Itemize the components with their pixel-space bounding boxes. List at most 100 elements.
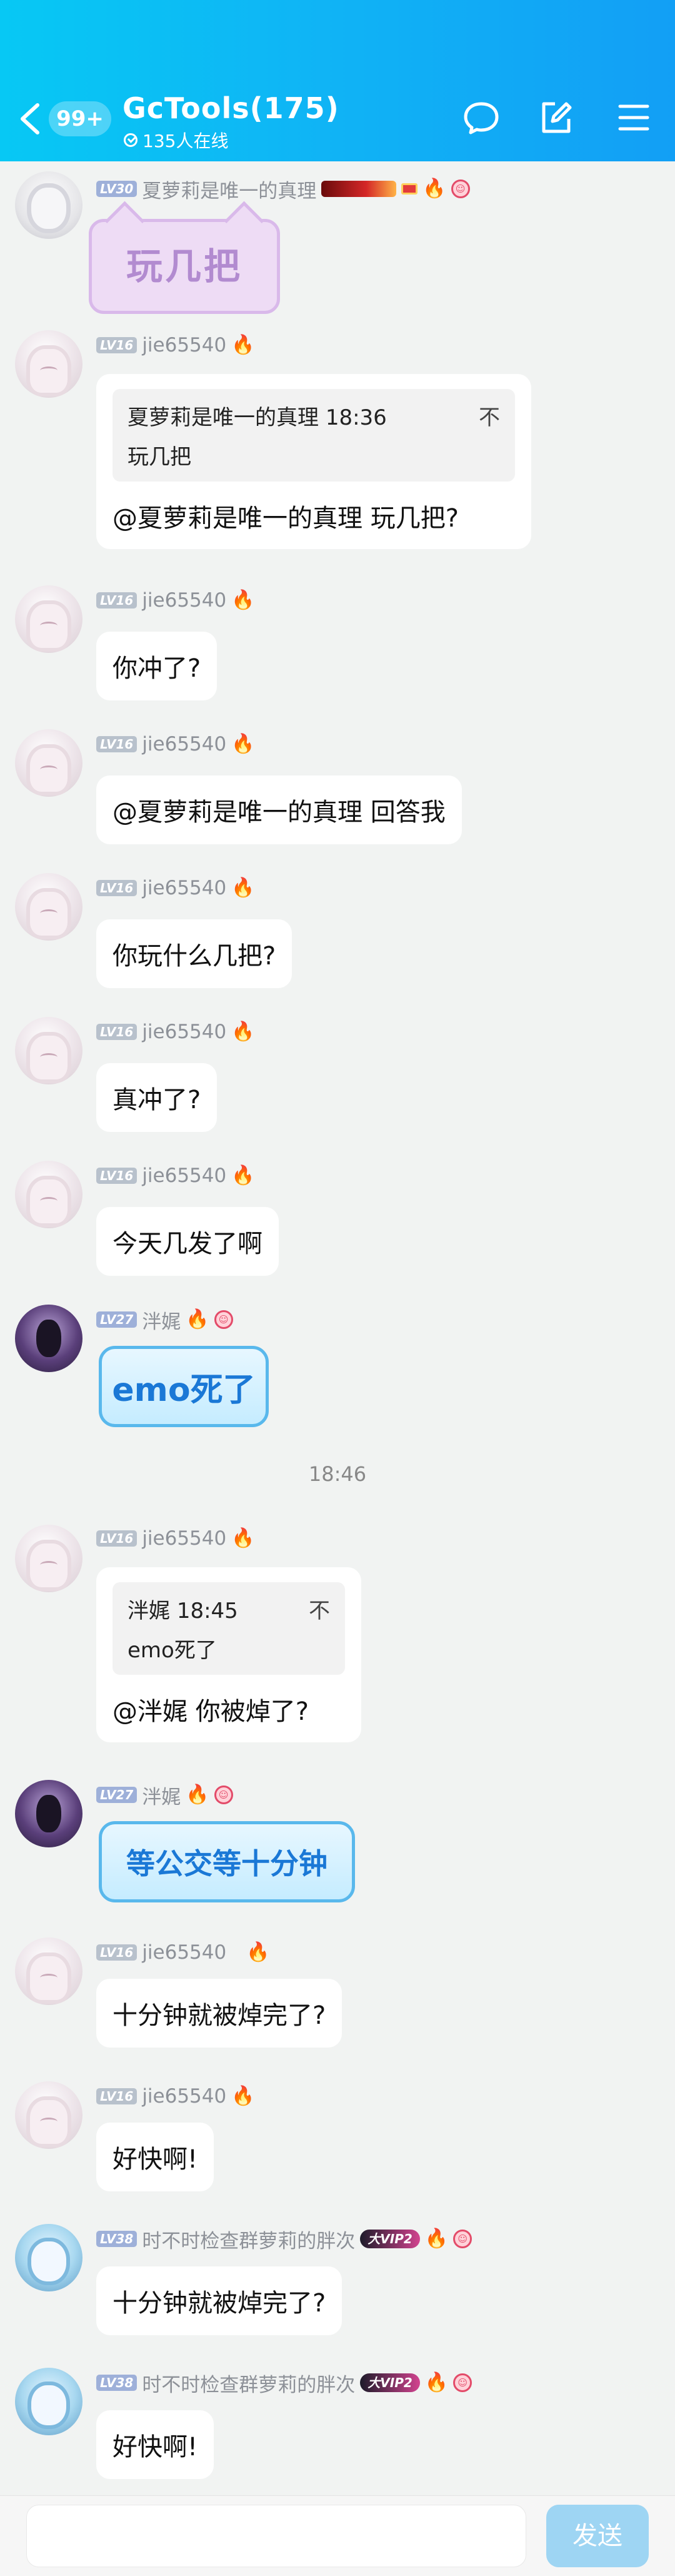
- fire-icon: 🔥: [231, 1021, 255, 1043]
- back-icon[interactable]: [15, 100, 45, 138]
- sender-name[interactable]: 泮娓: [142, 1781, 181, 1809]
- level-badge: LV16: [96, 1024, 138, 1040]
- sender-name[interactable]: jie65540: [142, 733, 226, 755]
- avatar[interactable]: [15, 1525, 82, 1592]
- sender-name[interactable]: jie65540: [142, 1527, 226, 1550]
- level-badge: LV16: [96, 592, 138, 609]
- sender-info: LV38 时不时检查群萝莉的胖次 大VIP2 🔥 ☺: [96, 2225, 472, 2253]
- message-bubble[interactable]: 今天几发了啊: [96, 1207, 279, 1276]
- message-bubble[interactable]: 你玩什么几把?: [96, 919, 292, 988]
- unread-badge[interactable]: 99+: [49, 101, 111, 136]
- time-separator: 18:46: [308, 1462, 367, 1486]
- avatar[interactable]: [15, 873, 82, 941]
- sticker[interactable]: 等公交等十分钟: [99, 1821, 355, 1902]
- avatar[interactable]: [15, 2081, 82, 2149]
- sender-info: LV16 jie65540 🔥: [96, 2084, 255, 2109]
- avatar[interactable]: [15, 171, 82, 239]
- level-badge: LV16: [96, 1530, 138, 1547]
- message-bubble[interactable]: 十分钟就被焯完了?: [96, 1979, 342, 2048]
- sender-name[interactable]: jie65540: [142, 1164, 226, 1187]
- quote-close: 不: [479, 405, 500, 430]
- emoji-badge-icon: ☺: [453, 2230, 472, 2248]
- message-bubble[interactable]: @夏萝莉是唯一的真理 回答我: [96, 775, 462, 844]
- sender-name[interactable]: jie65540: [142, 334, 226, 356]
- fire-icon: 🔥: [231, 589, 255, 611]
- edit-icon[interactable]: [536, 98, 576, 138]
- avatar[interactable]: [15, 1017, 82, 1084]
- sender-name[interactable]: jie65540: [142, 1021, 226, 1043]
- vip-badge: 大VIP2: [360, 2230, 420, 2248]
- sender-name[interactable]: 泮娓: [142, 1306, 181, 1334]
- quote-author: 夏萝莉是唯一的真理: [128, 405, 319, 430]
- message-bubble[interactable]: 好快啊!: [96, 2410, 214, 2479]
- level-badge: LV16: [96, 880, 138, 896]
- message-bubble[interactable]: 你冲了?: [96, 632, 218, 700]
- fire-icon: 🔥: [231, 334, 255, 356]
- message-input[interactable]: [26, 2505, 526, 2567]
- group-title[interactable]: GcTools(175): [122, 91, 339, 125]
- chat-bubble-icon[interactable]: [461, 98, 501, 138]
- quote-time: 18:45: [176, 1599, 238, 1624]
- sender-info: LV16 jie65540 🔥: [96, 1019, 255, 1044]
- message-bubble[interactable]: 泮娓 18:45 不 emo死了 @泮娓 你被焯了?: [96, 1567, 361, 1742]
- sender-name[interactable]: jie65540: [142, 589, 226, 612]
- avatar[interactable]: [15, 1161, 82, 1228]
- sender-name[interactable]: jie65540: [142, 877, 226, 899]
- vip-badge: 大VIP2: [360, 2373, 420, 2392]
- emoji-badge-icon: ☺: [453, 2373, 472, 2392]
- avatar[interactable]: [15, 585, 82, 653]
- quote-close: 不: [309, 1599, 330, 1624]
- sender-info: LV16 jie65540 🔥: [96, 1526, 255, 1551]
- level-badge: LV16: [96, 1944, 138, 1961]
- sender-info: LV38 时不时检查群萝莉的胖次 大VIP2 🔥 ☺: [96, 2369, 472, 2397]
- level-badge: LV30: [96, 181, 138, 197]
- sticker[interactable]: emo死了: [99, 1346, 269, 1427]
- avatar[interactable]: [15, 1780, 82, 1847]
- level-badge: LV27: [96, 1787, 138, 1803]
- avatar[interactable]: [15, 330, 82, 398]
- sender-name[interactable]: 时不时检查群萝莉的胖次: [142, 2225, 355, 2253]
- sender-info: LV16 jie65540 🔥: [96, 333, 255, 358]
- online-status: 135人在线: [124, 128, 228, 153]
- sender-name[interactable]: jie65540: [142, 1941, 226, 1964]
- avatar[interactable]: [15, 2368, 82, 2435]
- avatar[interactable]: [15, 729, 82, 797]
- level-badge: LV38: [96, 2231, 138, 2247]
- sender-name[interactable]: 时不时检查群萝莉的胖次: [142, 2369, 355, 2397]
- message-bubble[interactable]: 真冲了?: [96, 1063, 218, 1132]
- message-bubble[interactable]: 好快啊!: [96, 2123, 214, 2191]
- quoted-message[interactable]: 夏萝莉是唯一的真理 18:36 不 玩几把: [112, 389, 515, 482]
- avatar[interactable]: [15, 1305, 82, 1372]
- quoted-message[interactable]: 泮娓 18:45 不 emo死了: [112, 1582, 345, 1675]
- fire-icon: 🔥: [424, 2371, 449, 2393]
- quote-text: emo死了: [128, 1638, 217, 1663]
- fire-icon: 🔥: [422, 178, 446, 200]
- quote-text: 玩几把: [128, 445, 191, 470]
- level-badge: LV16: [96, 2088, 138, 2104]
- level-badge: LV16: [96, 1168, 138, 1184]
- emoji-badge-icon: ☺: [214, 1310, 233, 1329]
- avatar[interactable]: [15, 1937, 82, 2005]
- level-badge: LV16: [96, 736, 138, 752]
- fire-icon: 🔥: [424, 2228, 449, 2250]
- message-bubble[interactable]: 夏萝莉是唯一的真理 18:36 不 玩几把 @夏萝莉是唯一的真理 玩几把?: [96, 374, 531, 549]
- sender-info: LV16 jie65540 🔥: [96, 1163, 255, 1188]
- sender-info: LV16 jie65540 🔥: [96, 876, 255, 901]
- message-bubble[interactable]: 十分钟就被焯完了?: [96, 2266, 342, 2335]
- sender-info: LV30 夏萝莉是唯一的真理 🔥 ☺: [96, 175, 470, 203]
- avatar[interactable]: [15, 2224, 82, 2291]
- level-badge: LV16: [96, 337, 138, 353]
- fire-icon: 🔥: [186, 1308, 209, 1330]
- online-check-icon: [124, 133, 138, 147]
- fire-icon: 🔥: [231, 1527, 255, 1549]
- sender-name[interactable]: 夏萝莉是唯一的真理: [142, 175, 316, 203]
- sticker[interactable]: 玩几把: [89, 219, 280, 314]
- title-tag: [321, 181, 397, 197]
- menu-icon[interactable]: [614, 98, 654, 138]
- sender-info: LV16 jie65540 🔥: [96, 588, 255, 613]
- online-count: 135人在线: [142, 131, 229, 151]
- send-button[interactable]: 发送: [546, 2505, 649, 2567]
- message-text: @泮娓 你被焯了?: [112, 1697, 309, 1726]
- sender-name[interactable]: jie65540: [142, 2085, 226, 2108]
- level-badge: LV27: [96, 1311, 138, 1328]
